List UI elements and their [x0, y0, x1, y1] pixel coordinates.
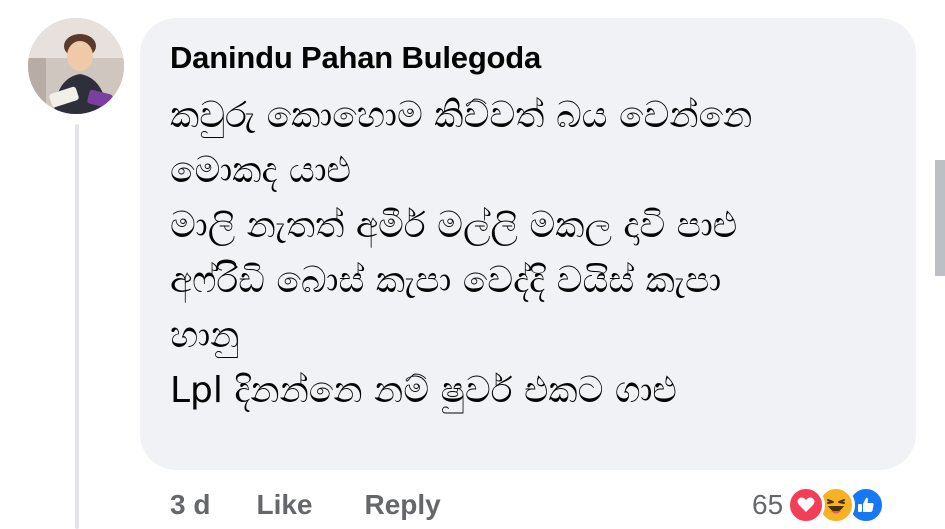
avatar-photo: [28, 18, 124, 114]
reply-button[interactable]: Reply: [365, 489, 441, 521]
comment-timestamp[interactable]: 3 d: [170, 489, 210, 521]
comment-bubble: Danindu Pahan Bulegoda කවුරු කොහොම කිව්ව…: [140, 18, 916, 470]
reaction-count: 65: [752, 489, 784, 520]
comment-actions: 3 d Like Reply: [170, 482, 441, 528]
comment-text-line: හානු: [170, 315, 240, 356]
thread-line: [75, 124, 79, 529]
comment-text-line: මාලි නැතත් අමීර් මල්ලි මකල දාවි පාළු: [170, 205, 738, 246]
comment-text-line: මොකද යාළු: [170, 150, 352, 191]
comment-author[interactable]: Danindu Pahan Bulegoda: [170, 40, 884, 76]
love-reaction-icon: [787, 486, 826, 524]
like-button[interactable]: Like: [256, 489, 312, 521]
comment-text-line: Lpl දිනන්නෙ නම් ෂුවර් එකට ගාළු: [170, 370, 677, 411]
comment-text-line: කවුරු කොහොම කිව්වත් බය වෙන්නෙ: [170, 95, 753, 136]
reaction-summary[interactable]: 65: [752, 482, 886, 528]
scrollbar[interactable]: [935, 160, 945, 276]
reaction-icons: [787, 486, 886, 524]
avatar[interactable]: [28, 18, 124, 114]
comment-text-line: අෆ්රිඩි බොස් කැපා වෙද්දි වයිස් කැපා: [170, 260, 722, 301]
comment-view: Danindu Pahan Bulegoda කවුරු කොහොම කිව්ව…: [0, 0, 945, 529]
comment-body: කවුරු කොහොම කිව්වත් බය වෙන්නෙ මොකද යාළු …: [170, 88, 884, 418]
